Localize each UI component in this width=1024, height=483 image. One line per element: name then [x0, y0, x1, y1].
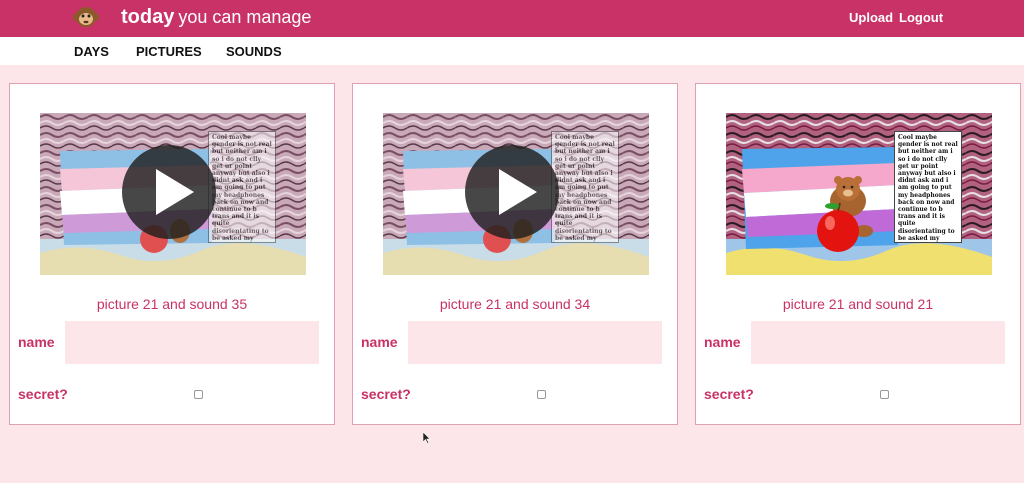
secret-label: secret? — [18, 386, 68, 402]
poem-overlay: Cool maybe gender is not real but neithe… — [208, 131, 276, 243]
card-caption: picture 21 and sound 21 — [782, 296, 934, 312]
nav-item-sounds[interactable]: SOUNDS — [226, 44, 282, 59]
nav-item-days[interactable]: DAYS — [74, 44, 109, 59]
play-button[interactable] — [465, 145, 559, 239]
logout-link[interactable]: Logout — [899, 10, 943, 25]
name-input[interactable] — [65, 321, 319, 364]
picture-thumbnail[interactable]: Cool maybe gender is not real but neithe… — [726, 113, 992, 275]
name-label: name — [361, 334, 398, 350]
nav-bar: DAYS PICTURES SOUNDS — [0, 37, 1024, 65]
secret-label: secret? — [704, 386, 754, 402]
monkey-logo-icon[interactable] — [73, 4, 99, 30]
entry-card: Cool maybe gender is not real but neithe… — [352, 83, 678, 425]
name-label: name — [704, 334, 741, 350]
top-bar: today you can manage Upload Logout — [0, 0, 1024, 37]
brand-bold: today — [121, 6, 175, 28]
play-icon — [156, 169, 194, 215]
brand-title[interactable]: today you can manage — [121, 6, 311, 29]
name-label: name — [18, 334, 55, 350]
poem-overlay: Cool maybe gender is not real but neithe… — [894, 131, 962, 243]
play-button[interactable] — [122, 145, 216, 239]
card-caption: picture 21 and sound 34 — [439, 296, 591, 312]
upload-link[interactable]: Upload — [849, 10, 893, 25]
secret-checkbox[interactable] — [880, 390, 889, 399]
brand-rest: you can manage — [178, 7, 312, 27]
name-input[interactable] — [408, 321, 662, 364]
picture-thumbnail[interactable]: Cool maybe gender is not real but neithe… — [40, 113, 306, 275]
secret-checkbox[interactable] — [537, 390, 546, 399]
poem-overlay: Cool maybe gender is not real but neithe… — [551, 131, 619, 243]
name-input[interactable] — [751, 321, 1005, 364]
play-icon — [499, 169, 537, 215]
nav-item-pictures[interactable]: PICTURES — [136, 44, 202, 59]
entry-card: Cool maybe gender is not real but neithe… — [695, 83, 1021, 425]
mouse-pointer-icon — [423, 432, 431, 444]
entry-card: Cool maybe gender is not real but neithe… — [9, 83, 335, 425]
picture-thumbnail[interactable]: Cool maybe gender is not real but neithe… — [383, 113, 649, 275]
card-caption: picture 21 and sound 35 — [96, 296, 248, 312]
secret-label: secret? — [361, 386, 411, 402]
secret-checkbox[interactable] — [194, 390, 203, 399]
